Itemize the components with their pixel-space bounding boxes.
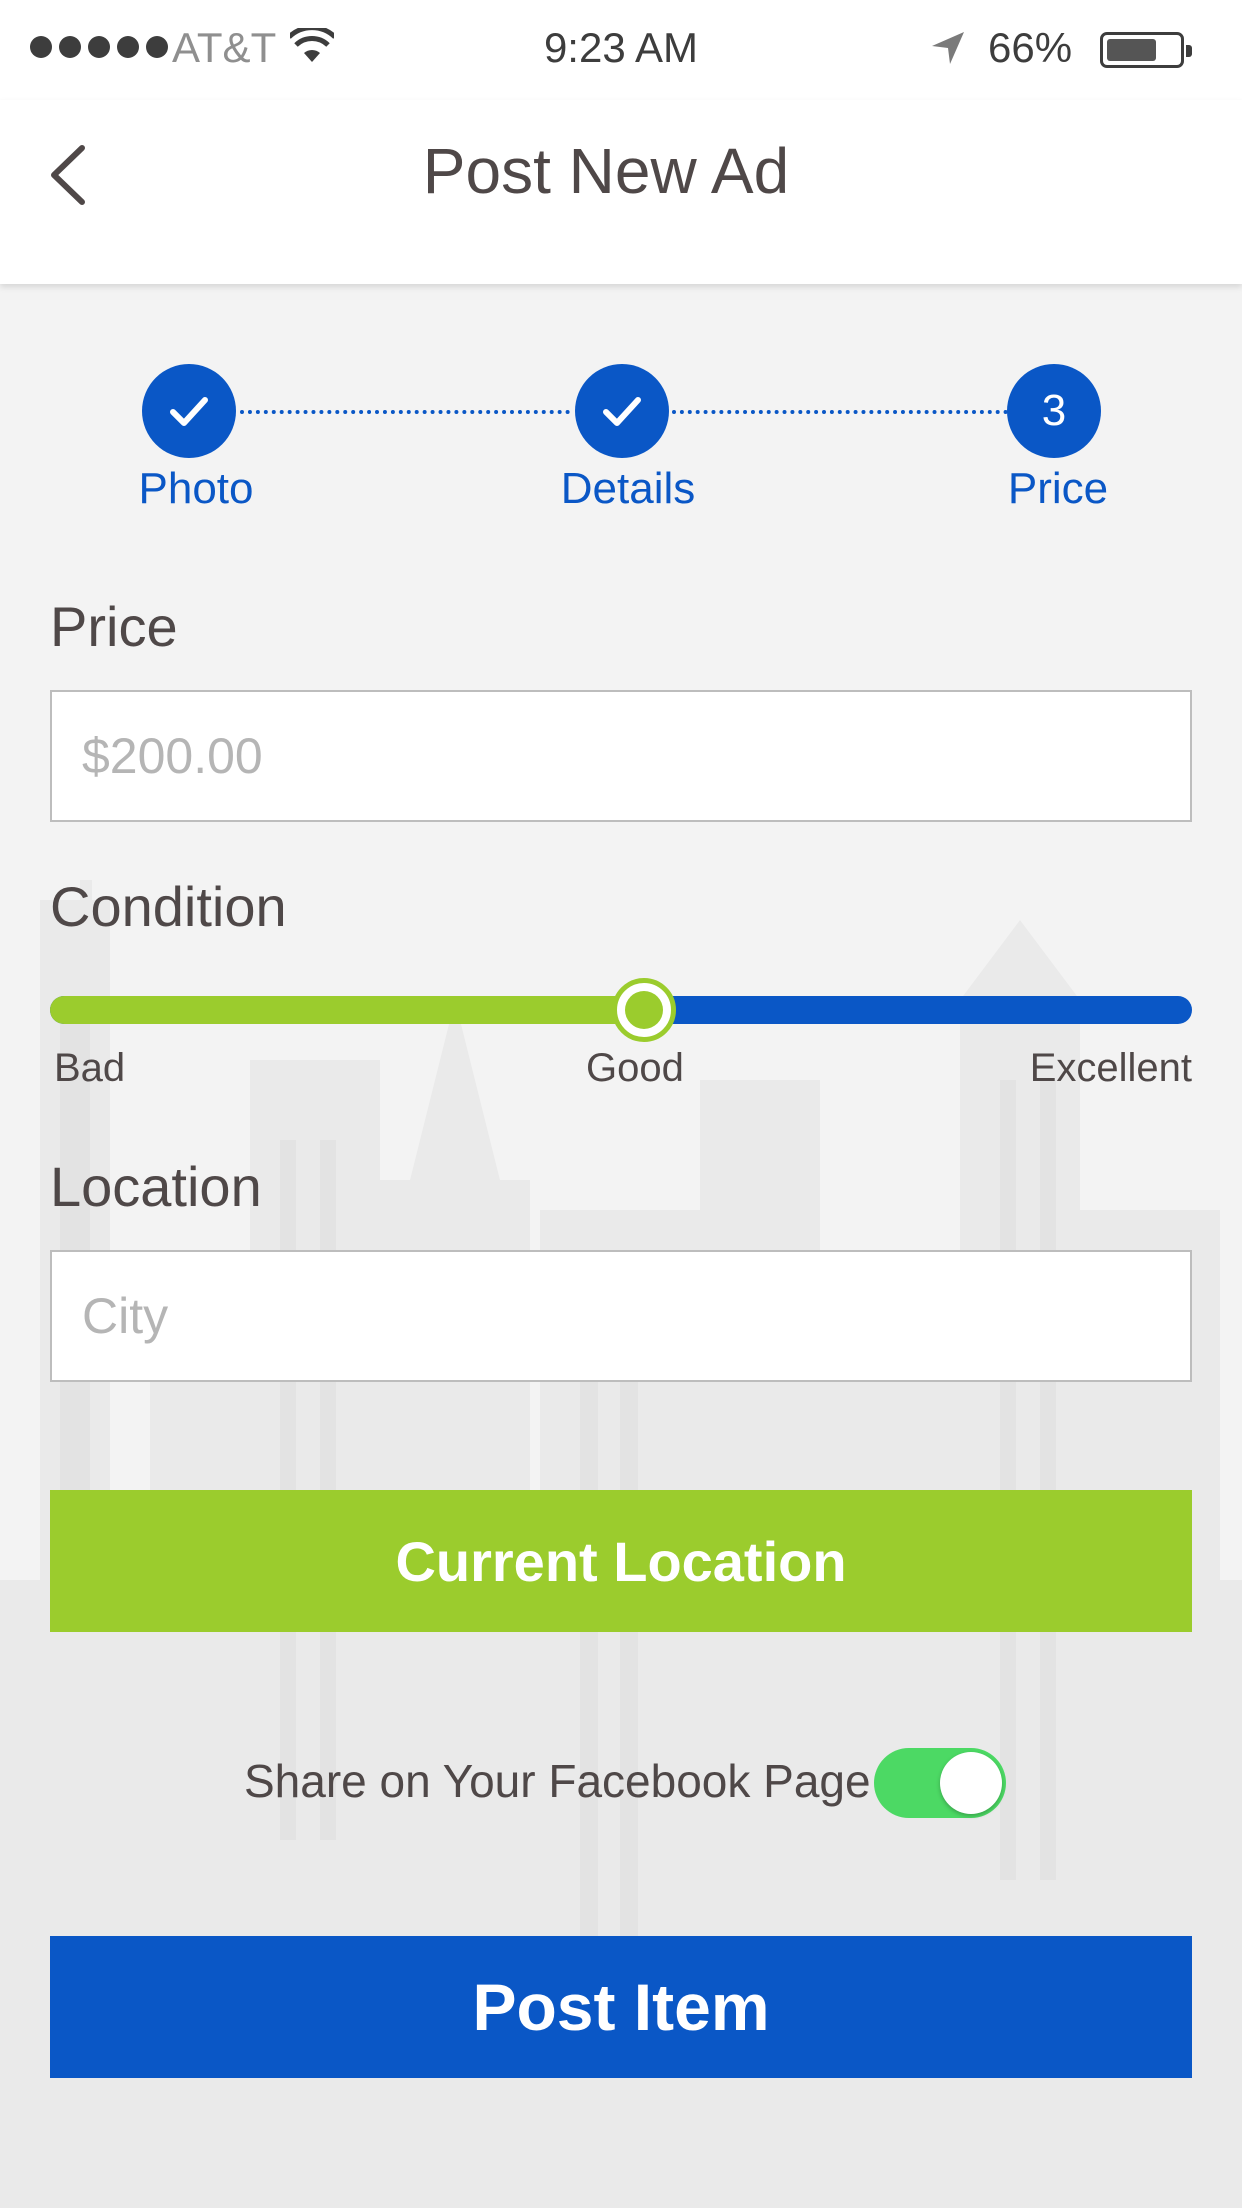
condition-slider[interactable] xyxy=(50,978,1192,1042)
battery-percent: 66% xyxy=(988,24,1073,71)
post-ad-screen: AT&T 9:23 AM 66% Post New Ad 3 Photo Det… xyxy=(0,0,1242,2208)
location-label: Location xyxy=(50,1155,262,1218)
step-label-details: Details xyxy=(560,464,696,513)
checkmark-icon xyxy=(603,397,641,426)
post-item-button[interactable]: Post Item xyxy=(50,1936,1192,2078)
step-price-indicator: 3 xyxy=(1007,364,1101,458)
facebook-share-row: Share on Your Facebook Page xyxy=(0,1746,1242,1826)
condition-option-bad: Bad xyxy=(54,1046,126,1090)
step-label-photo: Photo xyxy=(138,464,254,513)
price-label: Price xyxy=(50,595,178,658)
step-connector xyxy=(672,410,1008,414)
city-input[interactable] xyxy=(50,1250,1192,1382)
page-title: Post New Ad xyxy=(422,135,790,207)
location-arrow-icon xyxy=(932,32,964,64)
slider-fill xyxy=(50,996,644,1024)
slider-thumb[interactable] xyxy=(611,978,676,1042)
toggle-knob xyxy=(940,1752,1002,1814)
step-details-indicator xyxy=(575,364,669,458)
battery-icon xyxy=(1100,32,1192,68)
condition-label: Condition xyxy=(50,875,287,938)
current-location-button[interactable]: Current Location xyxy=(50,1490,1192,1632)
step-photo-indicator xyxy=(142,364,236,458)
step-label-price: Price xyxy=(1007,464,1109,513)
condition-option-excellent: Excellent xyxy=(1029,1046,1192,1090)
facebook-share-label: Share on Your Facebook Page xyxy=(244,1755,871,1807)
navigation-bar: Post New Ad xyxy=(0,100,1242,284)
step-connector xyxy=(240,410,570,414)
condition-option-good: Good xyxy=(586,1046,684,1090)
checkmark-icon xyxy=(170,397,208,426)
price-input[interactable] xyxy=(50,690,1192,822)
progress-stepper: 3 Photo Details Price xyxy=(0,364,1242,524)
facebook-share-toggle[interactable] xyxy=(874,1748,1006,1818)
status-bar: AT&T 9:23 AM 66% xyxy=(0,0,1242,100)
